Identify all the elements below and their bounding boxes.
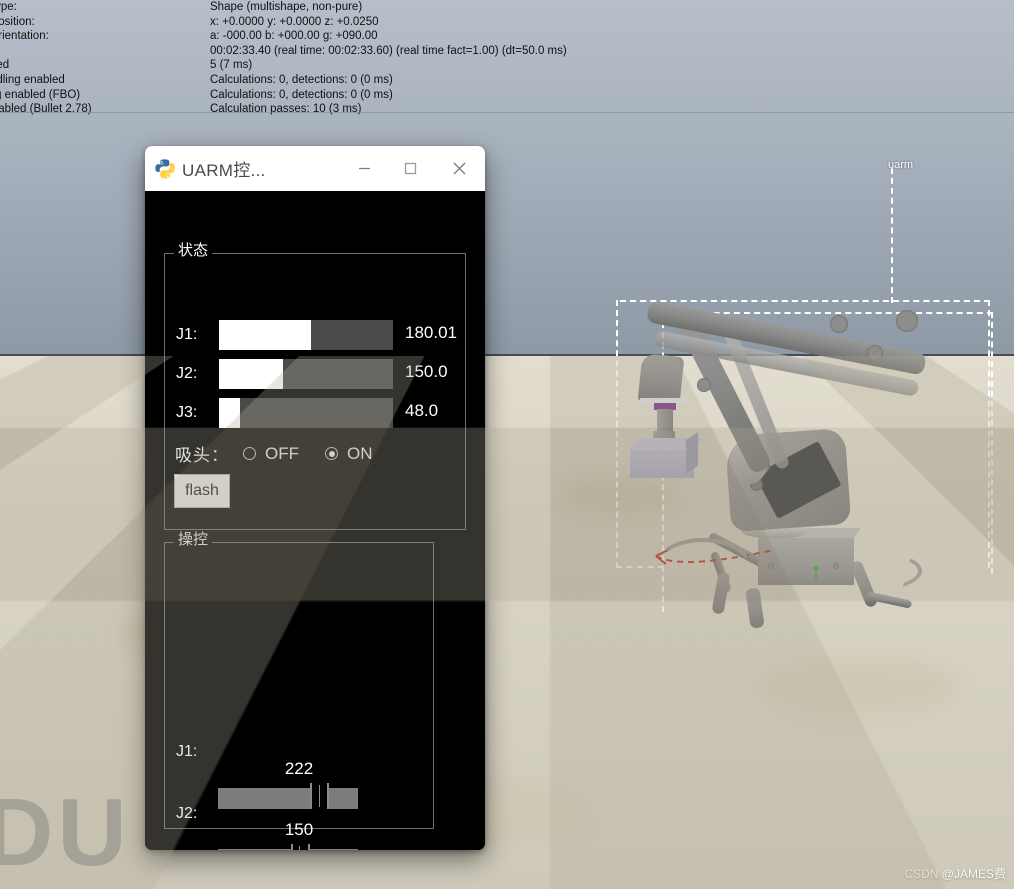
control-slider-value-j1: 222 (165, 759, 433, 779)
control-slider-gap-left-j2 (218, 844, 358, 849)
status-panel-legend: 状态 (174, 243, 212, 259)
info-row: dling enabled (Bullet 2.78) Calculation p… (0, 102, 620, 117)
bbox-edge-center-top (891, 168, 893, 303)
control-slider-thumb-j2[interactable] (291, 844, 310, 850)
floor-text-du: DU (0, 778, 131, 888)
status-suction-label: 吸头： (175, 441, 229, 466)
control-slider-track-j1 (218, 788, 358, 809)
control-slider-track-j2 (218, 849, 358, 850)
status-joint-bar-j3 (219, 398, 393, 428)
info-row-value: a: -000.00 b: +000.00 g: +090.00 (210, 29, 378, 44)
maximize-icon[interactable] (387, 146, 433, 191)
status-suction-radio-on[interactable]: ON (325, 444, 373, 464)
info-row-key: dling enabled (Bullet 2.78) (0, 102, 92, 117)
info-row-value: Shape (multishape, non-pure) (210, 0, 362, 15)
status-joint-bar-fill-j1 (219, 320, 311, 350)
csdn-watermark: CSDN @JAMES费 (904, 865, 1006, 882)
window-controls (341, 146, 485, 191)
control-panel-legend: 操控 (174, 532, 212, 548)
radio-dot-off-icon (243, 447, 256, 460)
info-row-value: x: +0.0000 y: +0.0000 z: +0.0250 (210, 15, 378, 30)
scene-object-label-uarm: uarm (888, 159, 913, 171)
info-row-key: ipts called (0, 58, 9, 73)
window-content: 状态 J1: 180.01 J2: 150.0 J3: 48.0 吸头： OFF… (145, 191, 485, 850)
info-row-key: handling enabled (FBO) (0, 88, 80, 103)
info-row-value: Calculation passes: 10 (3 ms) (210, 102, 361, 117)
status-joint-label-j2: J2: (176, 365, 197, 383)
control-slider-j2[interactable] (218, 844, 358, 850)
info-row: object position: x: +0.0000 y: +0.0000 z:… (0, 15, 620, 30)
robot-wrist-joint (697, 378, 711, 392)
info-row-value: Calculations: 0, detections: 0 (0 ms) (210, 88, 393, 103)
flash-button[interactable]: flash (174, 474, 230, 508)
status-joint-value-j1: 180.01 (405, 323, 457, 343)
status-joint-bar-fill-j3 (219, 398, 240, 428)
info-row: handling enabled (FBO) Calculations: 0, d… (0, 88, 620, 103)
uarm-control-window[interactable]: UARM控... 状态 J1: 180.01 J2: 150.0 J3: 48.… (145, 146, 485, 850)
status-suction-row: 吸头： OFF ON (175, 441, 373, 466)
bbox-edge-left-back (616, 300, 618, 568)
window-title: UARM控... (182, 156, 266, 181)
status-panel: 状态 J1: 180.01 J2: 150.0 J3: 48.0 吸头： OFF… (164, 253, 466, 530)
info-row-key: object position: (0, 15, 35, 30)
close-icon[interactable] (433, 146, 485, 191)
status-joint-bar-fill-j2 (219, 359, 283, 389)
robot-elbow-joint-rear (830, 315, 848, 333)
control-panel: 操控 J1: 222 J2: 150 J3: 48 (164, 542, 434, 829)
robot-suction-shaft (657, 409, 673, 433)
bbox-edge-right-back (988, 300, 990, 568)
axis-gizmo (812, 560, 830, 582)
info-row-key: object type: (0, 0, 17, 15)
status-joint-value-j2: 150.0 (405, 362, 448, 382)
status-joint-label-j3: J3: (176, 404, 197, 422)
pick-target-cube (630, 448, 694, 478)
control-slider-thumb-j1[interactable] (310, 783, 329, 809)
bbox-edge-top-back (620, 300, 990, 302)
info-row: object orientation: a: -000.00 b: +000.00… (0, 29, 620, 44)
info-row-value: 00:02:33.40 (real time: 00:02:33.60) (re… (210, 44, 567, 59)
python-logo-icon (153, 158, 175, 180)
status-suction-option-off-label: OFF (265, 444, 299, 464)
info-row-key: object orientation: (0, 29, 49, 44)
info-row-key: sor handling enabled (0, 73, 65, 88)
info-row: sor handling enabled Calculations: 0, det… (0, 73, 620, 88)
info-row: e:00:02:33.40 (real time: 00:02:33.60) (… (0, 44, 620, 59)
bbox-edge-right-front (991, 312, 993, 574)
status-suction-option-on-label: ON (347, 444, 373, 464)
status-joint-bar-j1 (219, 320, 393, 350)
status-suction-radio-off[interactable]: OFF (243, 444, 299, 464)
status-joint-label-j1: J1: (176, 326, 197, 344)
control-slider-gap-left-j1 (218, 783, 358, 788)
window-titlebar[interactable]: UARM控... (145, 146, 485, 191)
minimize-icon[interactable] (341, 146, 387, 191)
simulator-info-overlay: object type: Shape (multishape, non-pure)… (0, 0, 620, 112)
robot-elbow-joint-upper (896, 310, 918, 332)
control-slider-value-j2: 150 (165, 820, 433, 840)
info-row: ipts called 5 (7 ms) (0, 58, 620, 73)
robot-elbow-joint-mid (867, 345, 883, 361)
control-slider-j1[interactable] (218, 783, 358, 809)
info-row-value: Calculations: 0, detections: 0 (0 ms) (210, 73, 393, 88)
robot-base-box-screw-right (833, 563, 839, 569)
radio-dot-on-icon (325, 447, 338, 460)
info-overlay-divider (0, 112, 1014, 113)
info-row-value: 5 (7 ms) (210, 58, 252, 73)
status-joint-value-j3: 48.0 (405, 401, 438, 421)
info-row: object type: Shape (multishape, non-pure) (0, 0, 620, 15)
status-joint-bar-j2 (219, 359, 393, 389)
